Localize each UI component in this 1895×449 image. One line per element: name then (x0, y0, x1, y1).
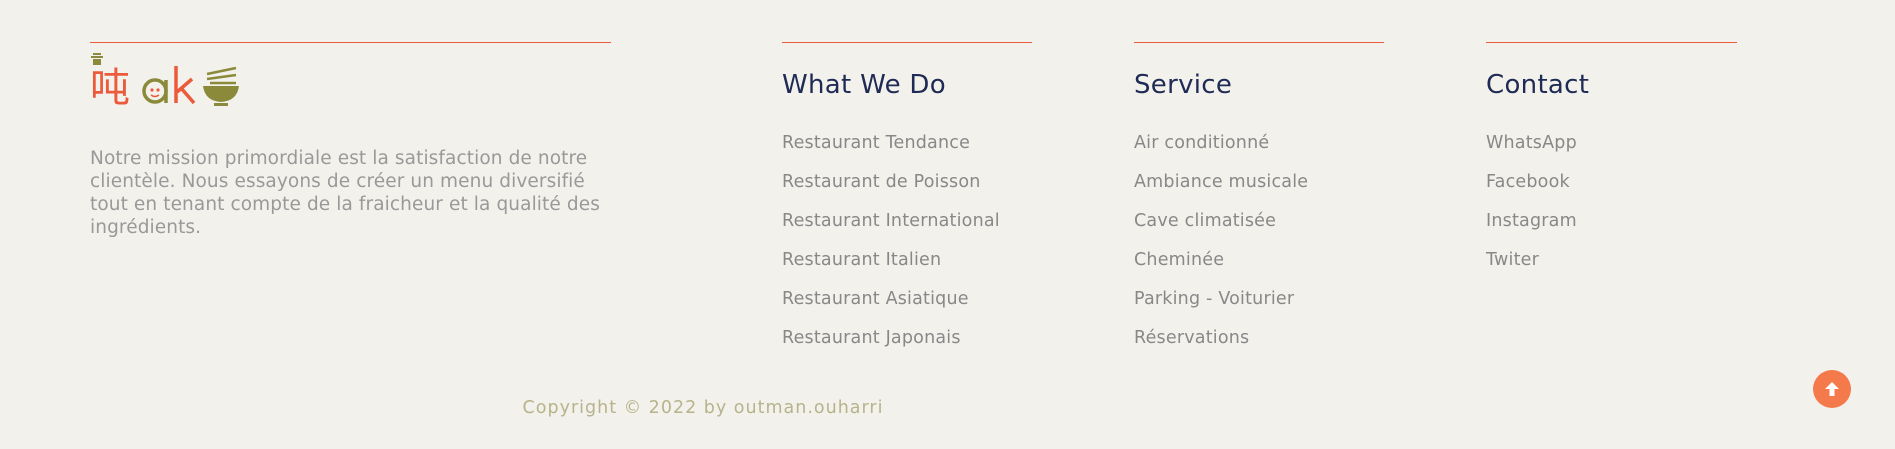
copyright-text: Copyright © 2022 by outman.ouharri (522, 398, 884, 418)
service-divider (1134, 42, 1384, 43)
svg-text:吨: 吨 (90, 65, 130, 108)
link-whatsapp[interactable]: WhatsApp (1486, 133, 1577, 172)
what-we-do-divider (782, 42, 1032, 43)
noodle-bowl-icon (203, 66, 239, 106)
link-reservations[interactable]: Réservations (1134, 328, 1308, 367)
link-restaurant-tendance[interactable]: Restaurant Tendance (782, 133, 1000, 172)
link-restaurant-international[interactable]: Restaurant International (782, 211, 1000, 250)
lantern-icon (91, 53, 103, 65)
what-we-do-list: Restaurant Tendance Restaurant de Poisso… (782, 133, 1000, 367)
link-ambiance-musicale[interactable]: Ambiance musicale (1134, 172, 1308, 211)
logo[interactable]: 吨 (90, 52, 240, 111)
link-air-conditionne[interactable]: Air conditionné (1134, 133, 1308, 172)
link-facebook[interactable]: Facebook (1486, 172, 1577, 211)
link-twitter[interactable]: Twiter (1486, 250, 1577, 289)
link-restaurant-japonais[interactable]: Restaurant Japonais (782, 328, 1000, 367)
scroll-to-top-button[interactable] (1813, 370, 1851, 408)
contact-list: WhatsApp Facebook Instagram Twiter (1486, 133, 1577, 289)
link-parking-voiturier[interactable]: Parking - Voiturier (1134, 289, 1308, 328)
contact-divider (1486, 42, 1737, 43)
service-list: Air conditionné Ambiance musicale Cave c… (1134, 133, 1308, 367)
link-restaurant-asiatique[interactable]: Restaurant Asiatique (782, 289, 1000, 328)
arrow-up-icon (1825, 382, 1839, 396)
service-heading: Service (1134, 70, 1233, 100)
link-restaurant-de-poisson[interactable]: Restaurant de Poisson (782, 172, 1000, 211)
what-we-do-heading: What We Do (782, 70, 946, 100)
link-restaurant-italien[interactable]: Restaurant Italien (782, 250, 1000, 289)
logo-graphic: 吨 (90, 53, 239, 111)
link-cheminee[interactable]: Cheminée (1134, 250, 1308, 289)
link-cave-climatisee[interactable]: Cave climatisée (1134, 211, 1308, 250)
mission-text: Notre mission primordiale est la satisfa… (90, 148, 600, 238)
brand-divider (90, 42, 611, 43)
link-instagram[interactable]: Instagram (1486, 211, 1577, 250)
contact-heading: Contact (1486, 70, 1590, 100)
